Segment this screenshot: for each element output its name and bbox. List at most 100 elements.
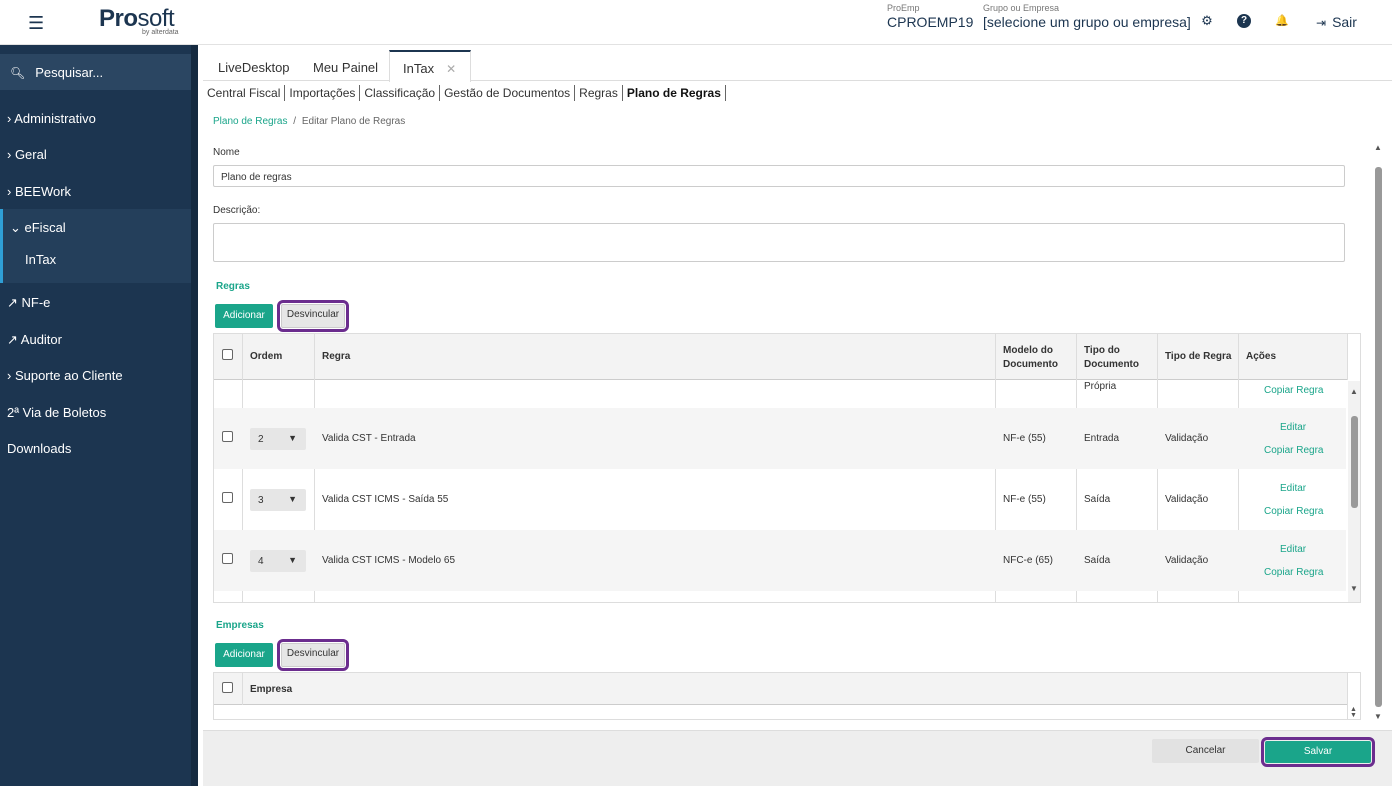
- subnav-classificacao[interactable]: Classificação: [360, 85, 441, 101]
- grupo-value: [selecione um grupo ou empresa]: [983, 14, 1191, 30]
- col-empresa[interactable]: Empresa: [250, 684, 292, 695]
- empresas-add-button[interactable]: Adicionar: [215, 643, 273, 667]
- col-ordem[interactable]: Ordem: [250, 351, 282, 362]
- sidebar-item-administrativo[interactable]: › Administrativo: [0, 111, 191, 126]
- ordem-select[interactable]: 3 ▼: [250, 489, 306, 511]
- regras-scrollbar-thumb[interactable]: [1351, 416, 1358, 508]
- empresas-grid-header: [214, 673, 1347, 705]
- prosoft-logo[interactable]: Prosoft by alterdata: [99, 5, 179, 36]
- tab-livedesktop[interactable]: LiveDesktop: [218, 50, 290, 81]
- sidebar-item-nfe[interactable]: ↗ NF-e: [0, 295, 191, 311]
- cell-tipo-regra: Validação: [1165, 433, 1209, 444]
- edit-form-panel: Nome Plano de regras Descrição: Regras A…: [203, 137, 1387, 730]
- regras-select-all-checkbox[interactable]: [222, 349, 233, 360]
- row-checkbox[interactable]: [222, 553, 233, 564]
- close-icon[interactable]: ✕: [446, 62, 456, 76]
- help-icon[interactable]: ?: [1237, 14, 1251, 28]
- tab-intax-label: InTax: [403, 61, 435, 76]
- sidebar-item-auditor[interactable]: ↗ Auditor: [0, 332, 191, 348]
- search-placeholder: Pesquisar...: [35, 65, 104, 80]
- scroll-down-icon[interactable]: ▼: [1350, 584, 1358, 593]
- cell-regra: Valida CST - Entrada: [322, 433, 416, 444]
- page-scrollbar-thumb[interactable]: [1375, 167, 1382, 707]
- nome-label: Nome: [213, 147, 240, 158]
- sidebar-item-downloads[interactable]: Downloads: [0, 441, 191, 456]
- sidebar-item-boletos[interactable]: 2ª Via de Boletos: [0, 405, 191, 420]
- sidebar-item-efiscal[interactable]: ⌄ eFiscal: [0, 220, 191, 236]
- page-scroll-up-icon[interactable]: ▲: [1374, 143, 1382, 152]
- edit-rule-link[interactable]: Editar: [1280, 544, 1306, 555]
- regras-unlink-button[interactable]: Desvincular: [277, 300, 349, 332]
- table-row-partial: Própria Copiar Regra: [214, 381, 1346, 408]
- empresas-unlink-button[interactable]: Desvincular: [277, 639, 349, 671]
- subnav-regras[interactable]: Regras: [575, 85, 623, 101]
- bell-icon[interactable]: 🔔: [1275, 14, 1289, 28]
- logout-button[interactable]: ⇥ Sair: [1316, 14, 1357, 30]
- ordem-select[interactable]: 4 ▼: [250, 550, 306, 572]
- tab-meu-painel[interactable]: Meu Painel: [313, 50, 378, 81]
- sidebar-search[interactable]: 🔍︎ Pesquisar...: [0, 54, 191, 90]
- cell-tipo-regra: Validação: [1165, 555, 1209, 566]
- cell-regra: Valida CST ICMS - Modelo 65: [322, 555, 456, 566]
- edit-rule-link[interactable]: Editar: [1280, 422, 1306, 433]
- grupo-empresa-selector[interactable]: Grupo ou Empresa [selecione um grupo ou …: [983, 3, 1191, 30]
- subnav-central-fiscal[interactable]: Central Fiscal: [203, 85, 286, 101]
- breadcrumb-link[interactable]: Plano de Regras: [213, 116, 288, 127]
- copy-rule-link[interactable]: Copiar Regra: [1264, 567, 1323, 578]
- empresas-title: Empresas: [216, 620, 264, 631]
- copy-rule-link[interactable]: Copiar Regra: [1264, 385, 1323, 396]
- col-tipo-regra[interactable]: Tipo de Regra: [1165, 351, 1232, 362]
- tab-bar: LiveDesktop Meu Painel InTax ✕: [203, 50, 1392, 82]
- dropdown-arrow-icon: ▼: [288, 555, 297, 565]
- resize-handle-icon[interactable]: ▲ ▼: [1350, 706, 1357, 719]
- copy-rule-link[interactable]: Copiar Regra: [1264, 506, 1323, 517]
- proemp-label: ProEmp: [887, 3, 920, 13]
- col-modelo[interactable]: Modelo do Documento: [1003, 344, 1073, 372]
- breadcrumb-separator: /: [293, 116, 297, 127]
- regras-grid: Ordem Regra Modelo do Documento Tipo do …: [213, 333, 1361, 603]
- page-scroll-down-icon[interactable]: ▼: [1374, 712, 1382, 721]
- subnav-gestao-documentos[interactable]: Gestão de Documentos: [440, 85, 576, 101]
- dropdown-arrow-icon: ▼: [288, 433, 297, 443]
- row-checkbox[interactable]: [222, 492, 233, 503]
- top-header: ☰ Prosoft by alterdata ProEmp CPROEMP19 …: [0, 0, 1392, 45]
- breadcrumb: Plano de Regras / Editar Plano de Regras: [213, 116, 405, 127]
- cancel-button[interactable]: Cancelar: [1152, 739, 1259, 763]
- subnav-plano-de-regras[interactable]: Plano de Regras: [623, 85, 726, 101]
- save-button[interactable]: Salvar: [1261, 737, 1375, 767]
- col-tipo-documento[interactable]: Tipo do Documento: [1084, 344, 1154, 372]
- edit-rule-link[interactable]: Editar: [1280, 483, 1306, 494]
- table-row: 3 ▼ Valida CST ICMS - Saída 55 NF-e (55) …: [214, 469, 1346, 530]
- col-regra[interactable]: Regra: [322, 351, 350, 362]
- subnav-importacoes[interactable]: Importações: [285, 85, 361, 101]
- logout-label: Sair: [1332, 14, 1357, 30]
- copy-rule-link[interactable]: Copiar Regra: [1264, 445, 1323, 456]
- empresas-grid: Empresa ▲ ▼: [213, 672, 1361, 720]
- ordem-select[interactable]: 2 ▼: [250, 428, 306, 450]
- proemp-block[interactable]: ProEmp CPROEMP19: [887, 3, 973, 30]
- cell-tipo-regra: Validação: [1165, 494, 1209, 505]
- table-row: 2 ▼ Valida CST - Entrada NF-e (55) Entrad…: [214, 408, 1346, 469]
- cell-tipo-doc: Saída: [1084, 555, 1111, 566]
- tab-intax[interactable]: InTax ✕: [389, 50, 471, 82]
- ordem-value: 4: [258, 556, 264, 567]
- hamburger-icon[interactable]: ☰: [28, 13, 44, 34]
- ordem-value: 2: [258, 434, 264, 445]
- breadcrumb-current: Editar Plano de Regras: [301, 116, 406, 127]
- nome-input[interactable]: Plano de regras: [213, 165, 1345, 187]
- col-acoes: Ações: [1246, 351, 1277, 362]
- sidebar-item-intax[interactable]: InTax: [0, 252, 191, 267]
- scroll-up-icon[interactable]: ▲: [1350, 387, 1358, 396]
- sidebar: 🔍︎ Pesquisar... › Administrativo › Geral …: [0, 45, 198, 786]
- sidebar-item-geral[interactable]: › Geral: [0, 147, 191, 162]
- gear-icon[interactable]: ⚙: [1200, 14, 1214, 28]
- empresas-select-all-checkbox[interactable]: [222, 682, 233, 693]
- sidebar-item-beework[interactable]: › BEEWork: [0, 184, 191, 199]
- row-checkbox[interactable]: [222, 431, 233, 442]
- cell-modelo: NF-e (55): [1003, 433, 1046, 444]
- cell-tipo-doc: Entrada: [1084, 433, 1120, 444]
- regras-add-button[interactable]: Adicionar: [215, 304, 273, 328]
- dropdown-arrow-icon: ▼: [288, 494, 297, 504]
- sidebar-item-suporte[interactable]: › Suporte ao Cliente: [0, 368, 191, 383]
- descricao-textarea[interactable]: [213, 223, 1345, 262]
